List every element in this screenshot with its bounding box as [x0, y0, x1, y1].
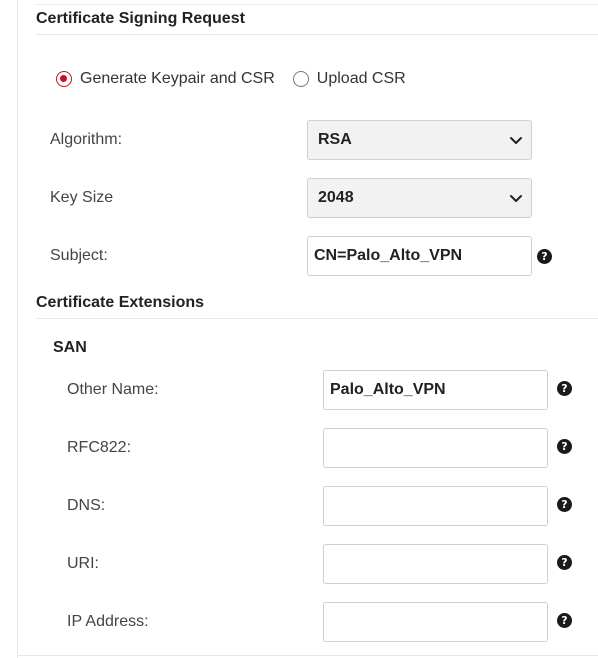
- top-divider: [36, 4, 598, 5]
- csr-section-title: Certificate Signing Request: [36, 10, 245, 27]
- csr-mode-radio-group: Generate Keypair and CSR Upload CSR: [56, 70, 406, 88]
- san-title: SAN: [53, 339, 87, 356]
- generate-keypair-radio-option[interactable]: Generate Keypair and CSR: [56, 70, 275, 88]
- algorithm-select[interactable]: RSA: [307, 120, 532, 160]
- ip-address-label: IP Address:: [67, 613, 149, 630]
- subject-value: CN=Palo_Alto_VPN: [314, 247, 463, 264]
- subject-input[interactable]: CN=Palo_Alto_VPN: [307, 236, 532, 276]
- upload-csr-radio[interactable]: [292, 71, 309, 87]
- generate-keypair-label: Generate Keypair and CSR: [80, 70, 275, 87]
- other-name-value: Palo_Alto_VPN: [330, 381, 446, 398]
- upload-csr-label: Upload CSR: [316, 70, 406, 87]
- help-icon[interactable]: ?: [557, 381, 572, 396]
- rfc822-input[interactable]: [323, 428, 548, 468]
- algorithm-label: Algorithm:: [50, 131, 123, 148]
- extensions-section-divider: [36, 318, 598, 319]
- help-icon[interactable]: ?: [557, 439, 572, 454]
- other-name-input[interactable]: Palo_Alto_VPN: [323, 370, 548, 410]
- left-divider: [17, 0, 18, 658]
- upload-csr-radio-option[interactable]: Upload CSR: [292, 70, 406, 88]
- uri-input[interactable]: [323, 544, 548, 584]
- key-size-value: 2048: [318, 189, 354, 206]
- extensions-section-title: Certificate Extensions: [36, 294, 205, 311]
- chevron-down-icon: [510, 195, 522, 202]
- key-size-select[interactable]: 2048: [307, 178, 532, 218]
- help-icon[interactable]: ?: [537, 249, 552, 264]
- subject-label: Subject:: [50, 247, 108, 264]
- other-name-label: Other Name:: [67, 381, 159, 398]
- help-icon[interactable]: ?: [557, 613, 572, 628]
- bottom-divider: [18, 655, 598, 656]
- csr-section-divider: [36, 34, 598, 35]
- help-icon[interactable]: ?: [557, 497, 572, 512]
- dns-label: DNS:: [67, 497, 106, 514]
- algorithm-value: RSA: [318, 131, 352, 148]
- dns-input[interactable]: [323, 486, 548, 526]
- chevron-down-icon: [510, 137, 522, 144]
- rfc822-label: RFC822:: [67, 439, 132, 456]
- uri-label: URI:: [67, 555, 99, 572]
- help-icon[interactable]: ?: [557, 555, 572, 570]
- ip-address-input[interactable]: [323, 602, 548, 642]
- key-size-label: Key Size: [50, 189, 114, 206]
- generate-keypair-radio[interactable]: [56, 71, 72, 87]
